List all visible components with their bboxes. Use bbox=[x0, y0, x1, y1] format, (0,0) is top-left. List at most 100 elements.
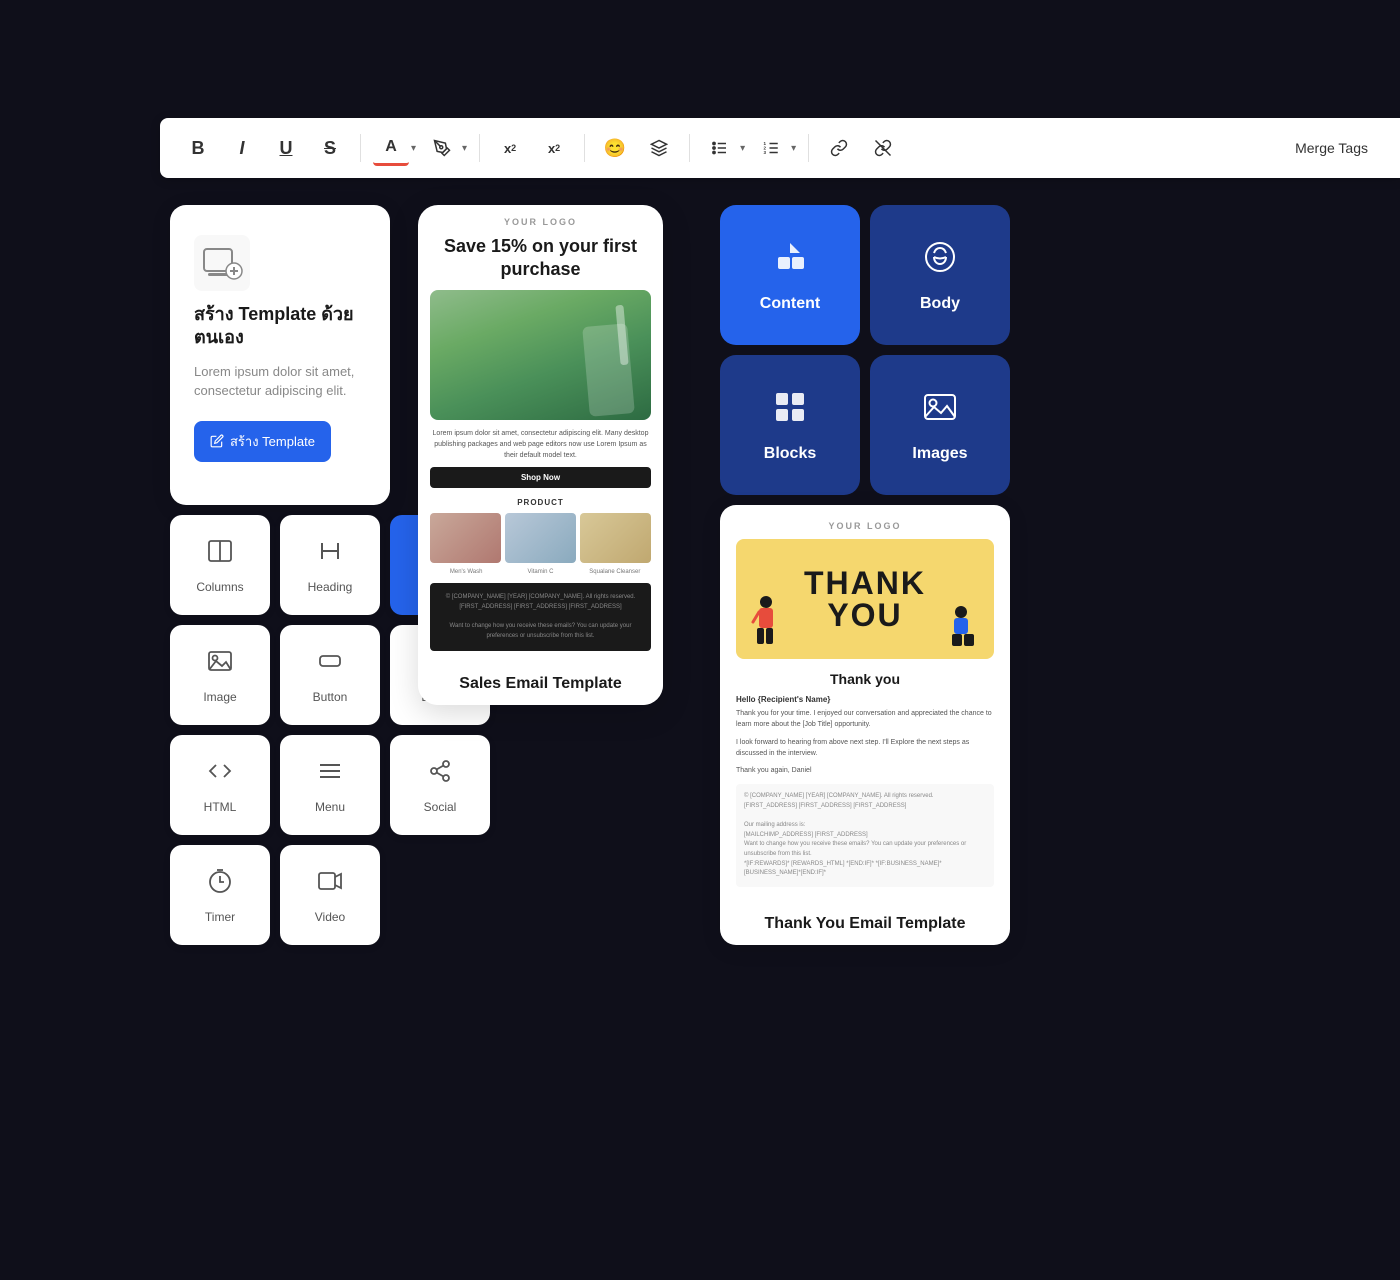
content-panel-button[interactable]: Content bbox=[720, 205, 860, 345]
bold-button[interactable]: B bbox=[180, 130, 216, 166]
content-panel-label: Content bbox=[760, 295, 820, 313]
block-video[interactable]: Video bbox=[280, 845, 380, 945]
product-2 bbox=[505, 513, 576, 563]
sales-hero-image bbox=[430, 290, 651, 420]
separator-2 bbox=[479, 134, 480, 162]
product-3 bbox=[580, 513, 651, 563]
thankyou-body-text: Thank you for your time. I enjoyed our c… bbox=[736, 708, 994, 730]
columns-label: Columns bbox=[196, 580, 243, 594]
body-panel-button[interactable]: Body bbox=[870, 205, 1010, 345]
sales-email-footer: © [COMPANY_NAME] [YEAR] [COMPANY_NAME]. … bbox=[430, 583, 651, 651]
unordered-list-group[interactable]: ▾ bbox=[702, 130, 745, 166]
block-html[interactable]: HTML bbox=[170, 735, 270, 835]
thankyou-inner: YOUR LOGO THANKYOU bbox=[720, 505, 1010, 903]
separator-5 bbox=[808, 134, 809, 162]
unlink-button[interactable] bbox=[865, 130, 901, 166]
sales-footer-text: © [COMPANY_NAME] [YEAR] [COMPANY_NAME]. … bbox=[440, 593, 641, 641]
emoji-button[interactable]: 😊 bbox=[597, 130, 633, 166]
create-template-description: Lorem ipsum dolor sit amet, consectetur … bbox=[194, 362, 366, 401]
thankyou-caption: Thank You Email Template bbox=[720, 903, 1010, 945]
thankyou-greeting: Hello {Recipient's Name} bbox=[736, 695, 994, 704]
highlight-group[interactable]: ▾ bbox=[424, 130, 467, 166]
main-content: สร้าง Template ด้วยตนเอง Lorem ipsum dol… bbox=[160, 195, 1400, 1280]
block-image[interactable]: Image bbox=[170, 625, 270, 725]
thankyou-signoff: Thank you again, Daniel bbox=[736, 767, 994, 774]
separator-1 bbox=[360, 134, 361, 162]
thankyou-closing: I look forward to hearing from above nex… bbox=[736, 738, 994, 759]
thankyou-logo: YOUR LOGO bbox=[736, 521, 994, 531]
images-panel-button[interactable]: Images bbox=[870, 355, 1010, 495]
strikethrough-button[interactable]: S bbox=[312, 130, 348, 166]
button-icon bbox=[316, 647, 344, 682]
product-bottle bbox=[582, 323, 635, 417]
content-icon bbox=[770, 237, 810, 285]
block-timer[interactable]: Timer bbox=[170, 845, 270, 945]
font-color-group[interactable]: A ▾ bbox=[373, 130, 416, 166]
blocks-icon bbox=[770, 387, 810, 435]
block-heading[interactable]: Heading bbox=[280, 515, 380, 615]
subscript-button[interactable]: x2 bbox=[536, 130, 572, 166]
menu-icon bbox=[316, 757, 344, 792]
ordered-list-group[interactable]: 1 2 3 ▾ bbox=[753, 130, 796, 166]
product-grid bbox=[430, 513, 651, 563]
ol-dropdown-arrow[interactable]: ▾ bbox=[791, 143, 796, 154]
image-icon bbox=[206, 647, 234, 682]
thankyou-text: THANKYOU bbox=[804, 567, 926, 631]
thankyou-title: Thank you bbox=[736, 671, 994, 687]
social-label: Social bbox=[424, 800, 457, 814]
html-icon bbox=[206, 757, 234, 792]
sales-email-inner: YOUR LOGO Save 15% on your first purchas… bbox=[418, 205, 663, 663]
image-label: Image bbox=[203, 690, 236, 704]
block-menu[interactable]: Menu bbox=[280, 735, 380, 835]
ordered-list-button[interactable]: 1 2 3 bbox=[753, 130, 789, 166]
font-color-dropdown-arrow[interactable]: ▾ bbox=[411, 143, 416, 154]
product-label-3: Squalane Cleanser bbox=[579, 569, 651, 575]
figure-right bbox=[944, 604, 979, 654]
thankyou-hero-image: THANKYOU bbox=[736, 539, 994, 659]
block-button[interactable]: Button bbox=[280, 625, 380, 725]
heading-label: Heading bbox=[308, 580, 353, 594]
images-icon bbox=[920, 387, 960, 435]
sales-cta-button: Shop Now bbox=[430, 467, 651, 488]
html-label: HTML bbox=[204, 800, 237, 814]
merge-tags-button[interactable]: Merge Tags bbox=[1283, 134, 1380, 162]
superscript-button[interactable]: x2 bbox=[492, 130, 528, 166]
create-template-title: สร้าง Template ด้วยตนเอง bbox=[194, 303, 366, 350]
right-panel: Content Body bbox=[720, 205, 1010, 495]
sales-email-logo: YOUR LOGO bbox=[430, 217, 651, 227]
create-template-card: สร้าง Template ด้วยตนเอง Lorem ipsum dol… bbox=[170, 205, 390, 505]
video-icon bbox=[316, 867, 344, 902]
sales-email-preview: YOUR LOGO Save 15% on your first purchas… bbox=[418, 205, 663, 705]
create-template-icon bbox=[194, 235, 250, 291]
button-label: Button bbox=[313, 690, 348, 704]
body-icon bbox=[920, 237, 960, 285]
block-columns[interactable]: Columns bbox=[170, 515, 270, 615]
timer-icon bbox=[206, 867, 234, 902]
unordered-list-button[interactable] bbox=[702, 130, 738, 166]
product-labels: Men's Wash Vitamin C Squalane Cleanser bbox=[430, 569, 651, 575]
italic-button[interactable]: I bbox=[224, 130, 260, 166]
thankyou-footer-box: © [COMPANY_NAME] [YEAR] [COMPANY_NAME]. … bbox=[736, 784, 994, 886]
thankyou-footer-text: © [COMPANY_NAME] [YEAR] [COMPANY_NAME]. … bbox=[744, 792, 986, 878]
video-label: Video bbox=[315, 910, 345, 924]
images-panel-label: Images bbox=[912, 445, 967, 463]
create-button-label: สร้าง Template bbox=[230, 431, 315, 452]
sales-body-text: Lorem ipsum dolor sit amet, consectetur … bbox=[430, 428, 651, 462]
highlight-button[interactable] bbox=[424, 130, 460, 166]
block-social[interactable]: Social bbox=[390, 735, 490, 835]
link-button[interactable] bbox=[821, 130, 857, 166]
timer-label: Timer bbox=[205, 910, 235, 924]
ul-dropdown-arrow[interactable]: ▾ bbox=[740, 143, 745, 154]
underline-button[interactable]: U bbox=[268, 130, 304, 166]
clean-format-button[interactable] bbox=[641, 130, 677, 166]
separator-3 bbox=[584, 134, 585, 162]
columns-icon bbox=[206, 537, 234, 572]
blocks-panel-button[interactable]: Blocks bbox=[720, 355, 860, 495]
sales-template-caption: Sales Email Template bbox=[418, 663, 663, 705]
font-color-button[interactable]: A bbox=[373, 130, 409, 166]
highlight-dropdown-arrow[interactable]: ▾ bbox=[462, 143, 467, 154]
sales-email-hero-text: Save 15% on your first purchase bbox=[430, 235, 651, 282]
product-1 bbox=[430, 513, 501, 563]
thankyou-email-card: YOUR LOGO THANKYOU bbox=[720, 505, 1010, 945]
create-template-button[interactable]: สร้าง Template bbox=[194, 421, 331, 462]
